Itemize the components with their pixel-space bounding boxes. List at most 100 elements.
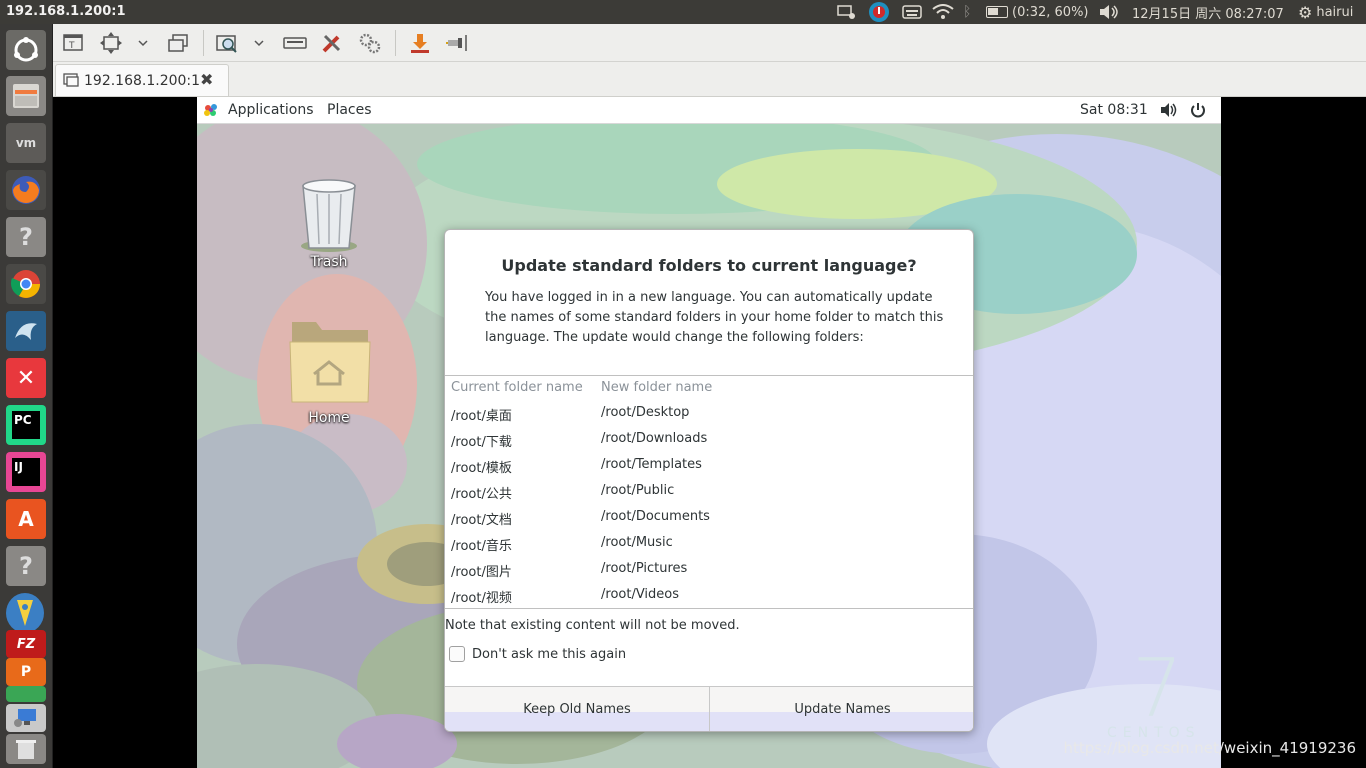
clock[interactable]: 12月15日 周六 08:27:07 — [1132, 3, 1284, 22]
places-menu[interactable]: Places — [327, 102, 372, 118]
desktop-home[interactable]: Home — [279, 318, 379, 426]
home-label: Home — [308, 410, 350, 426]
folder-list[interactable]: Current folder name New folder name /roo… — [445, 375, 973, 609]
remote-desktop-icon[interactable] — [6, 704, 46, 732]
dialog-title: Update standard folders to current langu… — [501, 256, 917, 275]
battery-text: (0:32, 60%) — [1012, 4, 1089, 20]
table-row[interactable]: /root/桌面 /root/Desktop — [445, 401, 973, 427]
chrome-icon[interactable] — [6, 264, 46, 304]
pdf-editor-icon[interactable]: P — [6, 658, 46, 686]
volume-icon[interactable] — [1160, 102, 1178, 122]
gnome-top-bar: Applications Places Sat 08:31 — [197, 97, 1221, 124]
navicat-icon[interactable] — [6, 593, 44, 633]
unknown-app-icon[interactable]: ? — [6, 546, 46, 586]
update-notifier-icon[interactable] — [868, 2, 890, 22]
new-folder: /root/Pictures — [601, 561, 688, 576]
network-share-icon[interactable] — [836, 3, 856, 21]
table-row[interactable]: /root/模板 /root/Templates — [445, 453, 973, 479]
window-switch-button[interactable] — [167, 32, 189, 54]
user-name: hairui — [1316, 4, 1354, 20]
screenshot-button[interactable] — [409, 32, 431, 54]
column-header-current[interactable]: Current folder name — [451, 380, 583, 395]
host-top-panel: 192.168.1.200:1 ᛒ (0:32, 60%) 12月15日 周六 … — [0, 0, 1366, 24]
software-center-icon[interactable]: A — [6, 499, 46, 539]
app-green-icon[interactable] — [6, 686, 46, 702]
keep-old-names-label: Keep Old Names — [523, 702, 631, 717]
home-folder-icon — [289, 322, 371, 403]
table-row[interactable]: /root/音乐 /root/Music — [445, 531, 973, 557]
current-folder: /root/模板 — [451, 461, 512, 476]
update-names-label: Update Names — [794, 702, 891, 717]
new-folder: /root/Downloads — [601, 431, 708, 446]
volume-icon[interactable] — [1098, 3, 1120, 21]
table-row[interactable]: /root/视频 /root/Videos — [445, 583, 973, 609]
current-folder: /root/桌面 — [451, 409, 512, 424]
firefox-icon[interactable] — [6, 170, 46, 210]
xmind-icon[interactable]: ✕ — [6, 358, 46, 398]
close-icon[interactable]: ✖ — [200, 70, 213, 89]
dialog-button-row: Keep Old Names Update Names — [445, 686, 973, 731]
column-header-new[interactable]: New folder name — [601, 380, 712, 395]
applications-menu[interactable]: Applications — [228, 102, 314, 118]
tab-connection[interactable]: 192.168.1.200:1 ✖ — [55, 64, 229, 96]
centos-version: 7 — [1132, 642, 1183, 735]
new-folder: /root/Documents — [601, 509, 710, 524]
gear-icon: ⚙ — [1298, 2, 1313, 22]
tab-label: 192.168.1.200:1 — [84, 73, 201, 89]
trash-label: Trash — [310, 254, 348, 270]
keep-aspect-button[interactable]: T — [62, 32, 84, 54]
launcher: vm ? ✕ PC IJ A ? FZ P — [0, 24, 53, 768]
preferences-tools-icon[interactable] — [321, 32, 343, 54]
current-folder: /root/视频 — [451, 591, 512, 606]
dont-ask-again-option[interactable]: Don't ask me this again — [449, 645, 626, 663]
files-icon[interactable] — [6, 76, 46, 116]
desktop-trash[interactable]: Trash — [289, 176, 369, 270]
dont-ask-checkbox[interactable] — [449, 646, 465, 662]
unknown-app-icon[interactable]: ? — [6, 217, 46, 257]
chevron-down-icon[interactable] — [137, 32, 149, 54]
session-menu[interactable]: ⚙ hairui — [1298, 2, 1354, 22]
intellij-icon[interactable]: IJ — [6, 452, 46, 492]
new-folder: /root/Music — [601, 535, 673, 550]
dash-icon[interactable] — [6, 30, 46, 70]
new-folder: /root/Videos — [601, 587, 680, 602]
power-icon[interactable] — [1189, 101, 1207, 123]
vmware-icon[interactable]: vm — [6, 123, 46, 163]
pycharm-icon[interactable]: PC — [6, 405, 46, 445]
table-row[interactable]: /root/下载 /root/Downloads — [445, 427, 973, 453]
window-title: 192.168.1.200:1 — [6, 4, 126, 19]
fullscreen-button[interactable] — [100, 32, 122, 54]
table-row[interactable]: /root/公共 /root/Public — [445, 479, 973, 505]
note-text: Note that existing content will not be m… — [445, 618, 740, 633]
watermark-text: https://blog.csdn.net/weixin_41919236 — [1063, 739, 1356, 757]
bluetooth-icon[interactable]: ᛒ — [963, 3, 971, 21]
keyboard-icon[interactable] — [283, 32, 307, 54]
svg-text:T: T — [68, 41, 75, 51]
wifi-icon[interactable] — [932, 3, 954, 21]
new-folder: /root/Public — [601, 483, 675, 498]
battery-indicator[interactable]: (0:32, 60%) — [986, 3, 1089, 21]
settings-gears-icon[interactable] — [358, 32, 381, 54]
trash-icon — [301, 179, 357, 252]
current-folder: /root/文档 — [451, 513, 512, 528]
zoom-button[interactable] — [216, 32, 238, 54]
battery-icon — [986, 6, 1008, 18]
disconnect-button[interactable] — [446, 32, 468, 54]
trash-icon[interactable] — [6, 734, 46, 764]
table-row[interactable]: /root/文档 /root/Documents — [445, 505, 973, 531]
remote-desktop[interactable]: Applications Places Sat 08:31 Trash Home — [197, 97, 1221, 768]
table-row[interactable]: /root/图片 /root/Pictures — [445, 557, 973, 583]
update-names-button[interactable]: Update Names — [710, 687, 973, 731]
gnome-clock[interactable]: Sat 08:31 — [1080, 102, 1148, 118]
mysql-workbench-icon[interactable] — [6, 311, 46, 351]
checkbox-label[interactable]: Don't ask me this again — [472, 647, 626, 662]
filezilla-icon[interactable]: FZ — [6, 630, 46, 658]
vnc-toolbar: T — [53, 24, 1366, 62]
current-folder: /root/音乐 — [451, 539, 512, 554]
update-folders-dialog: Update standard folders to current langu… — [444, 229, 974, 732]
keep-old-names-button[interactable]: Keep Old Names — [445, 687, 710, 731]
new-folder: /root/Desktop — [601, 405, 690, 420]
current-folder: /root/公共 — [451, 487, 512, 502]
keyboard-icon[interactable] — [902, 3, 922, 21]
chevron-down-icon[interactable] — [253, 32, 265, 54]
